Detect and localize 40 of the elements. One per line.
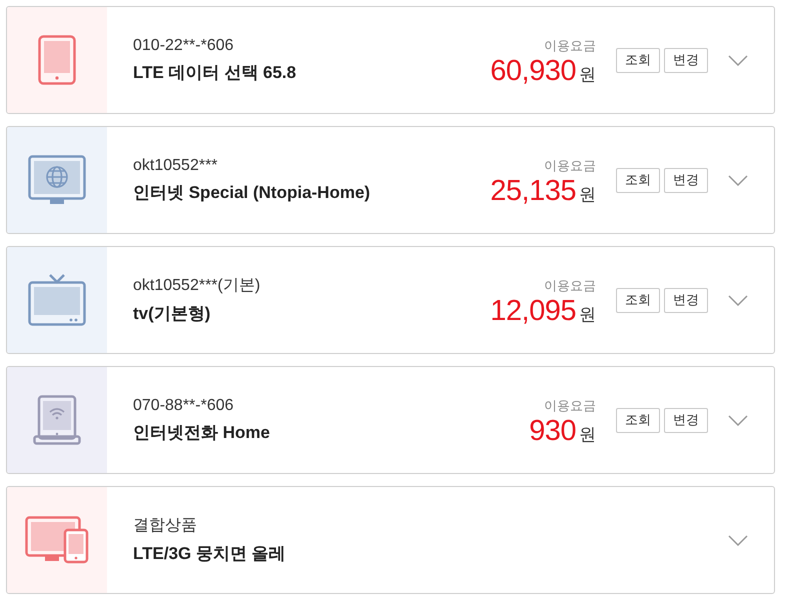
product-name: LTE 데이터 선택 65.8 [133,62,298,84]
fee-label: 이용요금 [544,156,596,174]
action-button[interactable]: 조회 [616,48,660,72]
action-button[interactable]: 변경 [664,48,708,72]
action-button[interactable]: 변경 [664,168,708,192]
action-button[interactable]: 조회 [616,408,660,432]
account-id: okt10552***(기본) [133,276,262,296]
account-id: okt10552*** [133,156,219,174]
currency-unit: 원 [579,184,596,206]
product-name: LTE/3G 뭉치면 올레 [133,543,287,565]
fee-label: 이용요금 [544,36,596,54]
fee-amount: 25,135 [490,174,576,208]
fee-amount: 930 [529,414,576,448]
action-button[interactable]: 변경 [664,288,708,312]
currency-unit: 원 [579,304,596,326]
chevron-icon[interactable] [728,54,748,66]
tablet-icon [38,35,76,85]
action-button[interactable]: 조회 [616,168,660,192]
chevron-icon[interactable] [728,534,748,546]
account-id: 결합상품 [133,516,198,536]
chevron-icon[interactable] [728,174,748,186]
tv-icon [28,274,86,326]
fee-amount: 60,930 [490,54,576,88]
currency-unit: 원 [579,64,596,86]
fee-label: 이용요금 [544,396,596,414]
account-id: 010-22**-*606 [133,36,235,54]
currency-unit: 원 [579,424,596,446]
product-name: 인터넷 Special (Ntopia-Home) [133,182,372,204]
product-name: tv(기본형) [133,303,212,325]
product-name: 인터넷전화 Home [133,422,271,444]
monitor-globe-icon [28,155,86,205]
action-button[interactable]: 조회 [616,288,660,312]
fee-label: 이용요금 [544,276,596,294]
account-id: 070-88**-*606 [133,396,235,414]
chevron-icon[interactable] [728,294,748,306]
wifi-tablet-icon [33,395,81,445]
chevron-icon[interactable] [728,414,748,426]
monitor-phone-icon [25,516,89,564]
fee-amount: 12,095 [490,294,576,328]
action-button[interactable]: 변경 [664,408,708,432]
